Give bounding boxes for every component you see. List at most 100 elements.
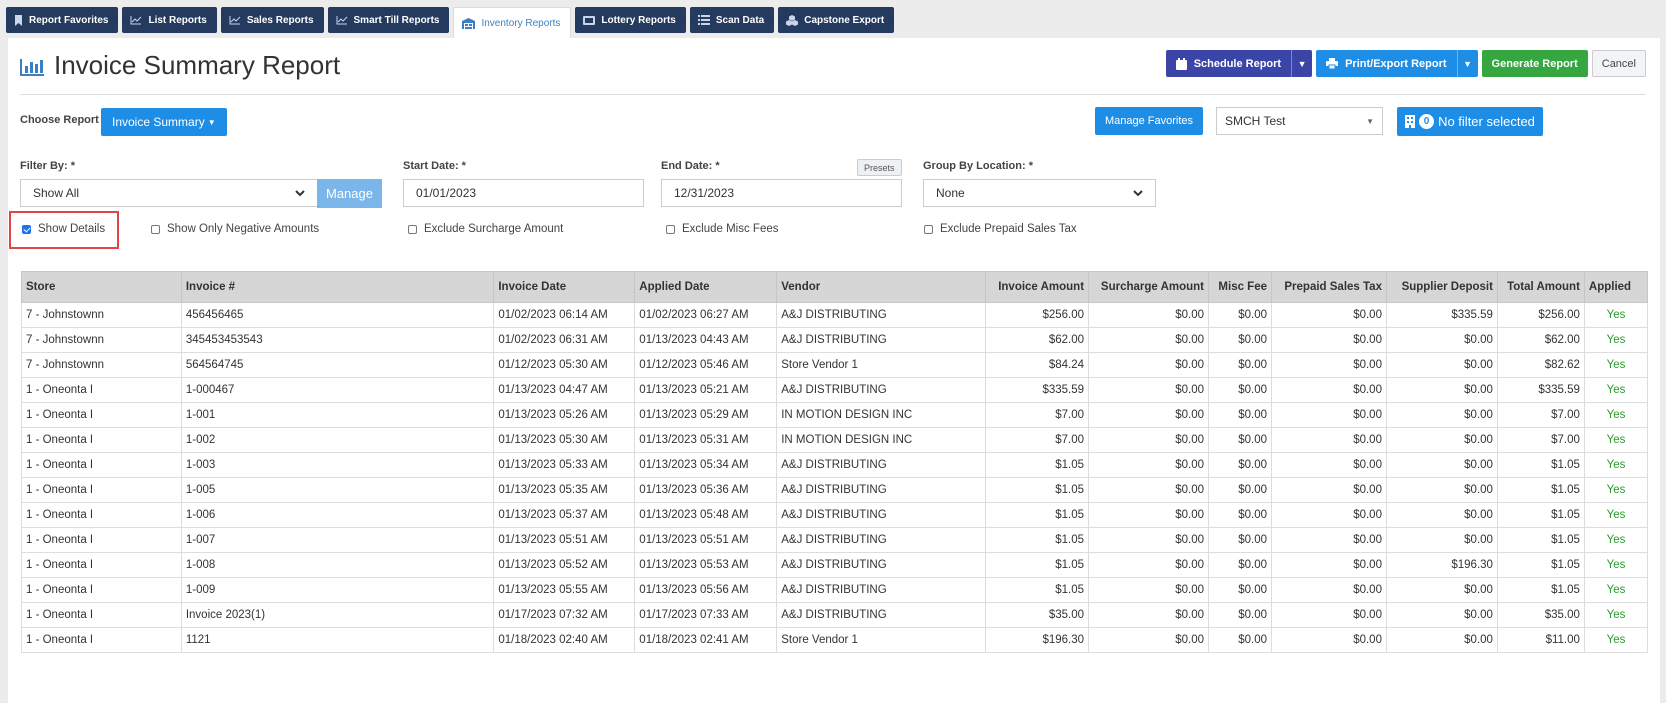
exclude-surcharge-amount-checkbox[interactable]: Exclude Surcharge Amount [408, 223, 563, 235]
table-cell: $0.00 [1088, 327, 1210, 353]
table-row[interactable]: 7 - Johnstownn 564564745 01/12/2023 05:30 … [21, 352, 1649, 378]
schedule-report-button[interactable]: Schedule Report ▼ [1165, 50, 1313, 77]
table-cell: 1 - Oneonta I [21, 602, 182, 628]
chevron-down-icon[interactable]: ▼ [1291, 50, 1312, 77]
tab-report-favorites[interactable]: Report Favorites [6, 7, 119, 33]
filter-by-select[interactable]: Show All [20, 179, 318, 207]
tab-sales-reports[interactable]: Sales Reports [220, 7, 324, 33]
table-cell: A&J DISTRIBUTING [776, 377, 987, 403]
table-cell: $0.00 [1385, 602, 1498, 628]
table-cell: Invoice 2023(1) [180, 602, 495, 628]
manage-favorites-button[interactable]: Manage Favorites [1095, 107, 1204, 135]
table-cell: $0.00 [1385, 502, 1498, 528]
table-cell: $0.00 [1385, 402, 1498, 428]
group-by-location-select[interactable]: None [923, 179, 1156, 207]
column-header[interactable]: Invoice Amount [985, 271, 1090, 303]
tab-lottery-reports[interactable]: Lottery Reports [575, 7, 686, 33]
column-header[interactable]: Applied [1583, 271, 1649, 303]
filter-count-badge: 0 [1419, 114, 1435, 129]
end-date-input[interactable]: 12/31/2023 [661, 179, 902, 207]
table-cell: $0.00 [1208, 302, 1272, 328]
column-header[interactable]: Store [21, 271, 182, 303]
table-cell: 01/02/2023 06:31 AM [493, 327, 636, 353]
presets-button[interactable]: Presets [857, 159, 902, 176]
tab-capstone-export[interactable]: Capstone Export [778, 7, 895, 33]
table-cell: 7 - Johnstownn [21, 302, 182, 328]
table-row[interactable]: 1 - Oneonta I 1-006 01/13/2023 05:37 AM 01/… [21, 502, 1649, 528]
checkbox-label: Exclude Prepaid Sales Tax [940, 223, 1077, 235]
table-cell: $0.00 [1385, 452, 1498, 478]
table-row[interactable]: 7 - Johnstownn 456456465 01/02/2023 06:14 … [21, 302, 1649, 328]
table-cell: $0.00 [1088, 502, 1210, 528]
table-cell: $0.00 [1271, 477, 1387, 503]
column-header[interactable]: Vendor [776, 271, 987, 303]
report-panel: Invoice Summary Report Schedule Report ▼… [8, 38, 1660, 703]
table-cell: $0.00 [1208, 452, 1272, 478]
print-export-button[interactable]: Print/Export Report ▼ [1316, 50, 1478, 77]
table-cell: $0.00 [1088, 477, 1210, 503]
table-row[interactable]: 1 - Oneonta I 1-009 01/13/2023 05:55 AM 01/… [21, 577, 1649, 603]
column-header[interactable]: Misc Fee [1208, 271, 1272, 303]
table-cell: 1 - Oneonta I [21, 527, 182, 553]
table-cell: Yes [1583, 552, 1649, 578]
column-header[interactable]: Supplier Deposit [1385, 271, 1498, 303]
table-cell: $1.05 [1496, 502, 1585, 528]
table-cell: $0.00 [1088, 352, 1210, 378]
chevron-down-icon[interactable]: ▼ [1456, 50, 1478, 77]
manage-button[interactable]: Manage [317, 179, 382, 208]
table-row[interactable]: 1 - Oneonta I 1-005 01/13/2023 05:35 AM 01/… [21, 477, 1649, 503]
show-only-negative-amounts-checkbox[interactable]: Show Only Negative Amounts [151, 223, 319, 235]
table-body: 7 - Johnstownn 456456465 01/02/2023 06:14 … [21, 302, 1649, 653]
store-select[interactable]: SMCH Test ▼ [1216, 107, 1383, 135]
table-cell: IN MOTION DESIGN INC [776, 427, 987, 453]
table-cell: Store Vendor 1 [776, 627, 987, 653]
table-cell: A&J DISTRIBUTING [776, 452, 987, 478]
location-filter-button[interactable]: 0 No filter selected [1397, 107, 1543, 136]
column-header[interactable]: Invoice # [180, 271, 495, 303]
table-row[interactable]: 1 - Oneonta I 1-003 01/13/2023 05:33 AM 01/… [21, 452, 1649, 478]
table-row[interactable]: 1 - Oneonta I 1-000467 01/13/2023 04:47 AM… [21, 377, 1649, 403]
table-row[interactable]: 1 - Oneonta I 1-008 01/13/2023 05:52 AM 01/… [21, 552, 1649, 578]
table-cell: 1 - Oneonta I [21, 502, 182, 528]
tab-inventory-reports[interactable]: Inventory Reports [453, 7, 572, 38]
filter-by-value: Show All [33, 186, 80, 200]
tab-smart-till-reports[interactable]: Smart Till Reports [327, 7, 450, 33]
table-row[interactable]: 1 - Oneonta I Invoice 2023(1) 01/17/2023 0… [21, 602, 1649, 628]
table-cell: 1121 [180, 627, 495, 653]
choose-report-dropdown[interactable]: Invoice Summary ▼ [101, 108, 227, 136]
list-icon [697, 15, 710, 25]
exclude-prepaid-sales-tax-checkbox[interactable]: Exclude Prepaid Sales Tax [924, 223, 1077, 235]
column-header[interactable]: Total Amount [1496, 271, 1585, 303]
tab-scan-data[interactable]: Scan Data [689, 7, 775, 33]
column-header[interactable]: Surcharge Amount [1088, 271, 1210, 303]
table-cell: 01/13/2023 05:51 AM [493, 527, 636, 553]
table-row[interactable]: 1 - Oneonta I 1-001 01/13/2023 05:26 AM 01/… [21, 402, 1649, 428]
table-cell: 01/13/2023 05:31 AM [634, 427, 778, 453]
column-header[interactable]: Invoice Date [493, 271, 636, 303]
table-cell: 01/02/2023 06:14 AM [493, 302, 636, 328]
table-cell: $0.00 [1088, 577, 1210, 603]
generate-report-button[interactable]: Generate Report [1481, 50, 1588, 77]
cancel-button[interactable]: Cancel [1591, 50, 1646, 77]
line-chart-icon [229, 16, 241, 25]
tab-list-reports[interactable]: List Reports [122, 7, 217, 33]
column-header[interactable]: Applied Date [634, 271, 778, 303]
start-date-input[interactable]: 01/01/2023 [403, 179, 644, 207]
chevron-down-icon [1133, 189, 1143, 196]
table-cell: Yes [1583, 352, 1649, 378]
table-row[interactable]: 7 - Johnstownn 345453453543 01/02/2023 06:… [21, 327, 1649, 353]
filter-by-label: Filter By: * [20, 160, 76, 172]
table-row[interactable]: 1 - Oneonta I 1121 01/18/2023 02:40 AM 01/1… [21, 627, 1649, 653]
table-row[interactable]: 1 - Oneonta I 1-002 01/13/2023 05:30 AM 01/… [21, 427, 1649, 453]
bookmark-icon [15, 14, 22, 26]
table-cell: 345453453543 [180, 327, 495, 353]
table-cell: $0.00 [1271, 327, 1387, 353]
column-header[interactable]: Prepaid Sales Tax [1271, 271, 1387, 303]
exclude-misc-fees-checkbox[interactable]: Exclude Misc Fees [666, 223, 779, 235]
table-cell: $335.59 [985, 377, 1090, 403]
table-cell: 1-001 [180, 402, 495, 428]
start-date-label: Start Date: * [403, 160, 466, 172]
table-cell: A&J DISTRIBUTING [776, 502, 987, 528]
table-cell: 01/13/2023 05:37 AM [493, 502, 636, 528]
table-row[interactable]: 1 - Oneonta I 1-007 01/13/2023 05:51 AM 01/… [21, 527, 1649, 553]
